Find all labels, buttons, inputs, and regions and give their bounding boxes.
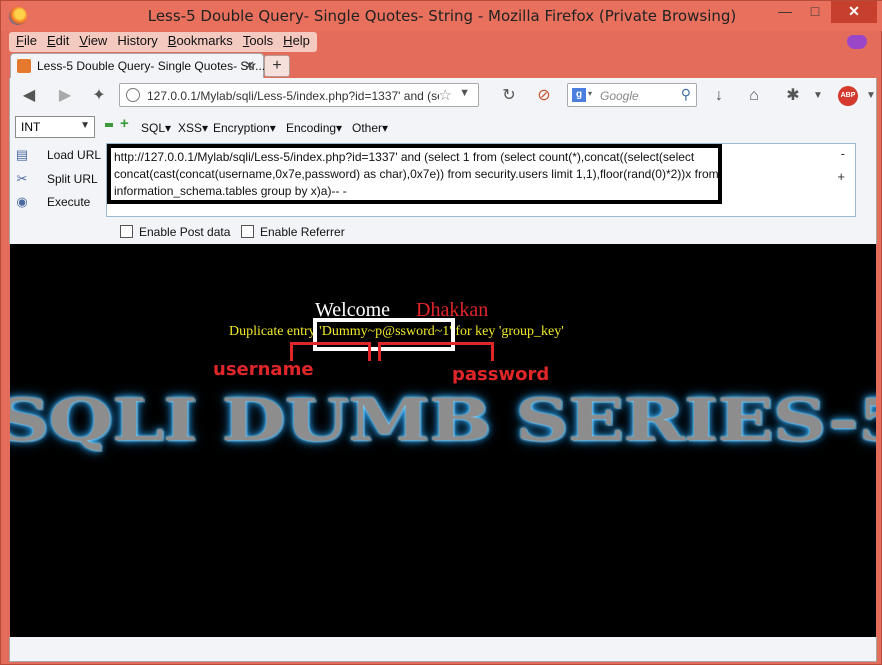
increase-icon[interactable]: + [120,116,129,131]
reload-button[interactable]: ↻ [498,86,520,106]
search-placeholder: Google [600,89,639,103]
tab-active[interactable]: Less-5 Double Query- Single Quotes- Str.… [10,53,266,78]
navigation-toolbar: ◀ ▶ ✦ 127.0.0.1/Mylab/sqli/Less-5/index.… [9,78,877,114]
search-bar[interactable]: g ▾ Google ⚲ [567,83,697,107]
menu-other[interactable]: Other▾ [352,121,388,135]
maximize-button[interactable]: □ [801,1,829,23]
private-browsing-mask-icon [847,35,867,49]
password-annotation: password [452,364,550,385]
menu-bar: File Edit View History Bookmarks Tools H… [9,32,317,52]
status-bar [9,637,877,662]
globe-icon [126,88,140,102]
execute-icon: ◉ [16,194,28,209]
tab-label: Less-5 Double Query- Single Quotes- Str.… [37,59,266,73]
password-bracket [378,342,494,361]
checkbox-box[interactable] [120,225,133,238]
checkbox-box[interactable] [241,225,254,238]
google-icon: g [572,88,586,102]
menu-view[interactable]: View [74,32,112,52]
page-content: Welcome Dhakkan Duplicate entry 'Dummy~p… [10,244,876,637]
url-dropdown-icon[interactable]: ▼ [459,87,470,99]
search-icon[interactable]: ⚲ [681,86,691,103]
decrease-icon[interactable] [105,123,113,127]
bookmark-star-icon[interactable]: ☆ [439,86,452,104]
new-tab-button[interactable]: + [264,55,290,77]
back-button[interactable]: ◀ [18,86,40,106]
chevron-down-icon: ▼ [80,120,90,131]
abp-dropdown-icon[interactable]: ▼ [860,86,882,106]
series-banner-image: SQLI DUMB SERIES-5 [10,387,876,455]
minimize-button[interactable]: — [771,1,799,23]
window-title: Less-5 Double Query- Single Quotes- Stri… [147,7,737,25]
menu-dropdown-icon[interactable]: ▼ [807,86,829,106]
puzzle-icon[interactable]: ✦ [88,86,110,106]
menu-file[interactable]: File [11,32,42,52]
menu-help[interactable]: Help [278,32,315,52]
expand-textarea-button[interactable]: + [837,169,845,184]
menu-xss[interactable]: XSS▾ [178,121,208,135]
menu-tools[interactable]: Tools [238,32,278,52]
home-button[interactable]: ⌂ [743,86,765,106]
browser-window: Less-5 Double Query- Single Quotes- Stri… [0,0,882,665]
title-bar: Less-5 Double Query- Single Quotes- Stri… [1,1,882,31]
query-line: concat(cast(concat(username,0x7e,passwor… [114,167,719,181]
shrink-textarea-button[interactable]: - [841,146,845,161]
hackbar-toolbar: INT ▼ + SQL▾ XSS▾ Encryption▾ Encoding▾ … [9,114,877,244]
menu-encryption[interactable]: Encryption▾ [213,121,276,135]
menu-bookmarks[interactable]: Bookmarks [163,32,238,52]
forward-button[interactable]: ▶ [54,86,76,106]
username-annotation: username [213,359,314,380]
noscript-icon[interactable]: ⊘ [533,86,555,106]
tab-close-icon[interactable]: ✕ [244,58,255,74]
adblock-plus-icon[interactable]: ABP [838,86,858,106]
encoding-type-select[interactable]: INT ▼ [15,116,95,138]
query-text: http://127.0.0.1/Mylab/sqli/Less-5/index… [114,149,722,200]
close-button[interactable]: ✕ [831,1,877,23]
xampp-favicon-icon [17,59,31,73]
encoding-type-value: INT [21,120,41,134]
query-line: http://127.0.0.1/Mylab/sqli/Less-5/index… [114,150,695,164]
menu-history[interactable]: History [112,32,162,52]
split-url-icon: ✂ [16,171,28,186]
search-engine-dropdown-icon[interactable]: ▾ [588,89,592,98]
firebug-icon[interactable]: ✱ [782,86,804,106]
load-url-icon: ▤ [15,147,29,162]
download-button[interactable]: ↓ [708,86,730,106]
menu-encoding[interactable]: Encoding▾ [286,121,342,135]
menu-sql[interactable]: SQL▾ [141,121,171,135]
url-bar[interactable]: 127.0.0.1/Mylab/sqli/Less-5/index.php?id… [119,83,479,107]
menu-edit[interactable]: Edit [42,32,74,52]
query-line: information_schema.tables group by x)a)-… [114,184,347,198]
url-text: 127.0.0.1/Mylab/sqli/Less-5/index.php?id… [147,89,439,103]
hackbar-url-textarea[interactable]: http://127.0.0.1/Mylab/sqli/Less-5/index… [106,143,856,217]
